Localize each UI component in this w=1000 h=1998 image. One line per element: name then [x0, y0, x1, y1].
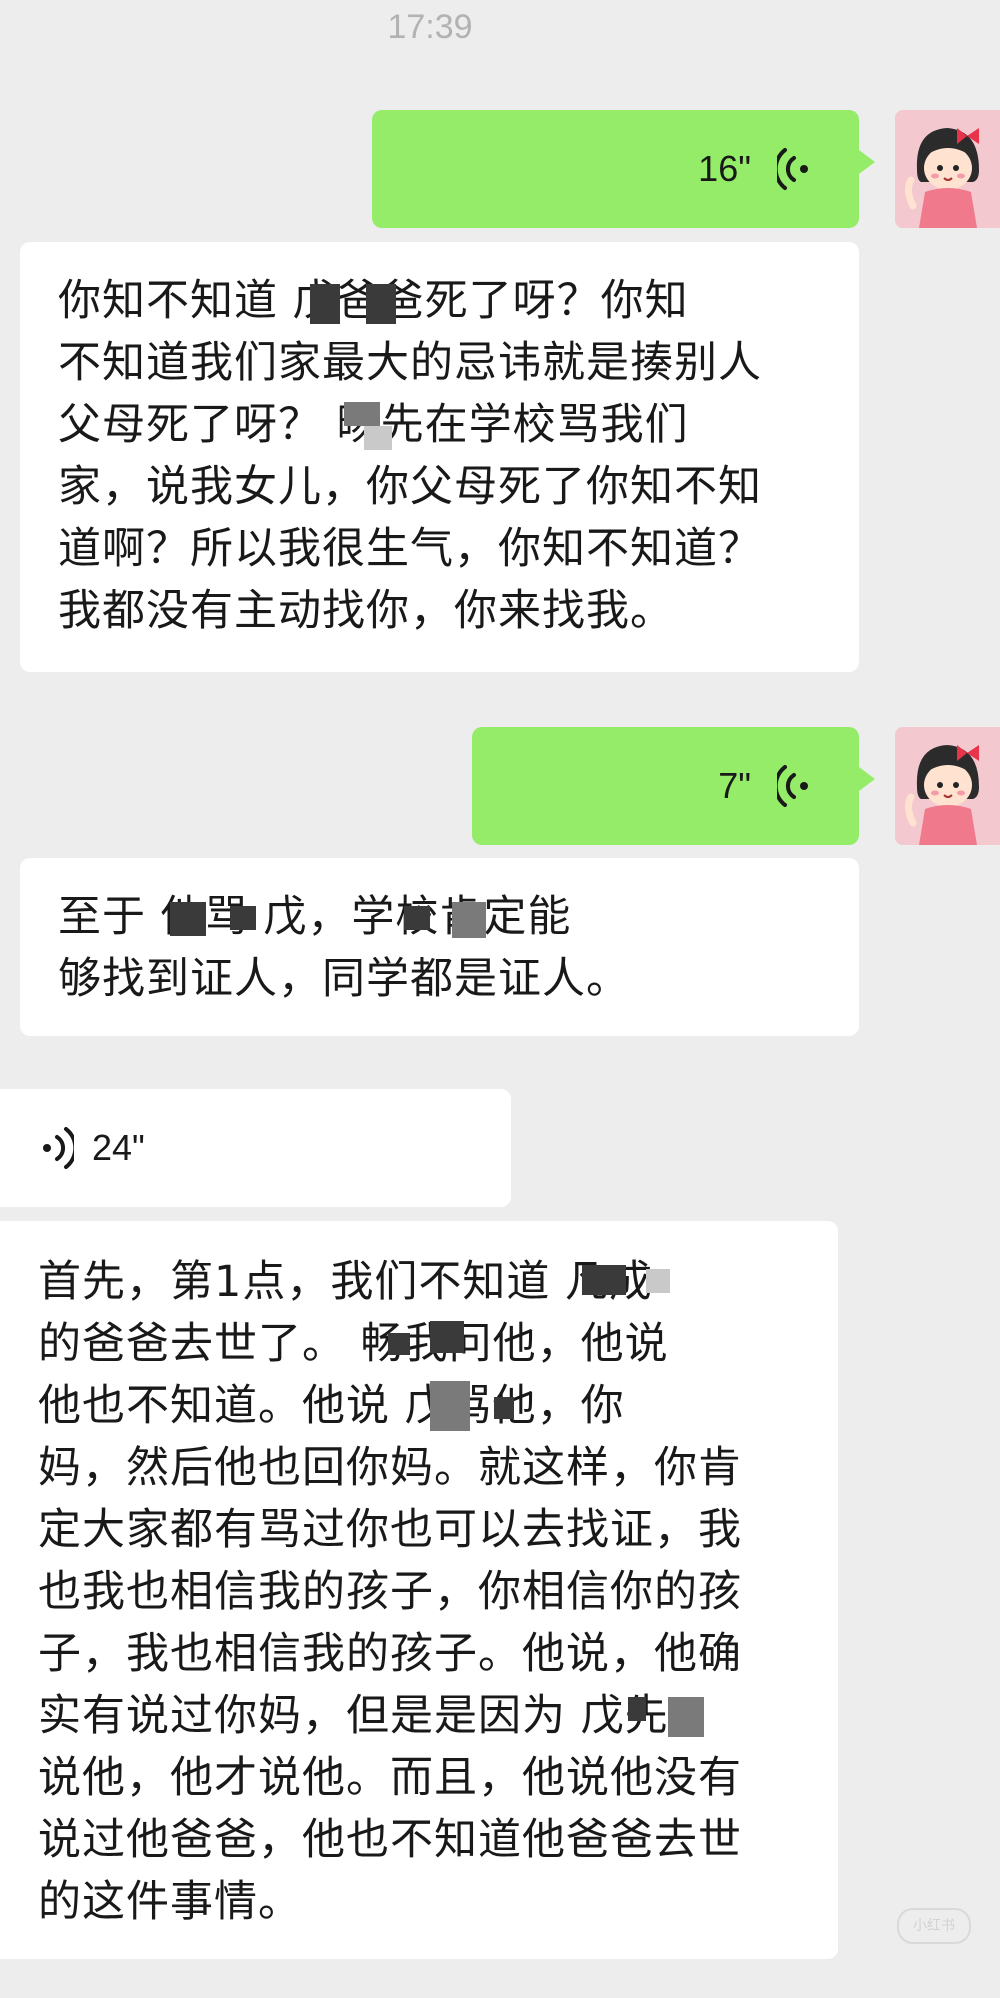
user-avatar[interactable]	[895, 110, 1000, 228]
redaction-block	[494, 1397, 514, 1419]
redaction-block	[344, 402, 380, 426]
redaction-block	[388, 1333, 410, 1355]
voice-wave-icon	[777, 148, 808, 190]
redaction-block	[404, 906, 430, 930]
redaction-block	[452, 902, 486, 938]
voice-wave-icon	[43, 1127, 74, 1169]
message-text: 你知不知道 戊爸爸死了呀？你知 不知道我们家最大的忌讳就是揍别人 父母死了呀？ …	[58, 276, 762, 636]
redaction-block	[668, 1697, 704, 1737]
voice-message-incoming-1[interactable]: 24"	[0, 1089, 511, 1207]
user-avatar[interactable]	[895, 727, 1000, 845]
redaction-block	[230, 906, 256, 930]
redaction-block	[364, 426, 392, 450]
voice-duration: 7"	[718, 765, 751, 806]
text-message-incoming-1[interactable]: 你知不知道 戊爸爸死了呀？你知 不知道我们家最大的忌讳就是揍别人 父母死了呀？ …	[20, 242, 859, 672]
watermark-logo: 小红书	[897, 1908, 971, 1944]
redaction-block	[366, 284, 396, 324]
redaction-block	[628, 1697, 646, 1721]
voice-duration: 16"	[698, 148, 751, 189]
redaction-block	[646, 1269, 670, 1293]
voice-wave-icon	[777, 765, 808, 807]
text-message-incoming-3[interactable]: 首先，第1点，我们不知道 凡成 的爸爸去世了。 畅我问他，他说 他也不知道。他说…	[0, 1221, 838, 1959]
cartoon-girl-avatar-icon	[895, 110, 1000, 228]
cartoon-girl-avatar-icon	[895, 727, 1000, 845]
timestamp: 17:39	[387, 8, 473, 46]
voice-duration: 24"	[92, 1127, 145, 1168]
redaction-block	[170, 902, 206, 936]
redaction-block	[430, 1381, 470, 1431]
text-message-incoming-2[interactable]: 至于 他骂 戊，学校肯定能 够找到证人，同学都是证人。	[20, 858, 859, 1036]
redaction-block	[582, 1265, 626, 1295]
redaction-block	[430, 1321, 464, 1353]
voice-message-outgoing-2[interactable]: 7"	[472, 727, 875, 845]
voice-message-outgoing-1[interactable]: 16"	[372, 110, 875, 228]
redaction-block	[310, 284, 340, 324]
message-text: 首先，第1点，我们不知道 凡成 的爸爸去世了。 畅我问他，他说 他也不知道。他说…	[38, 1257, 742, 1927]
